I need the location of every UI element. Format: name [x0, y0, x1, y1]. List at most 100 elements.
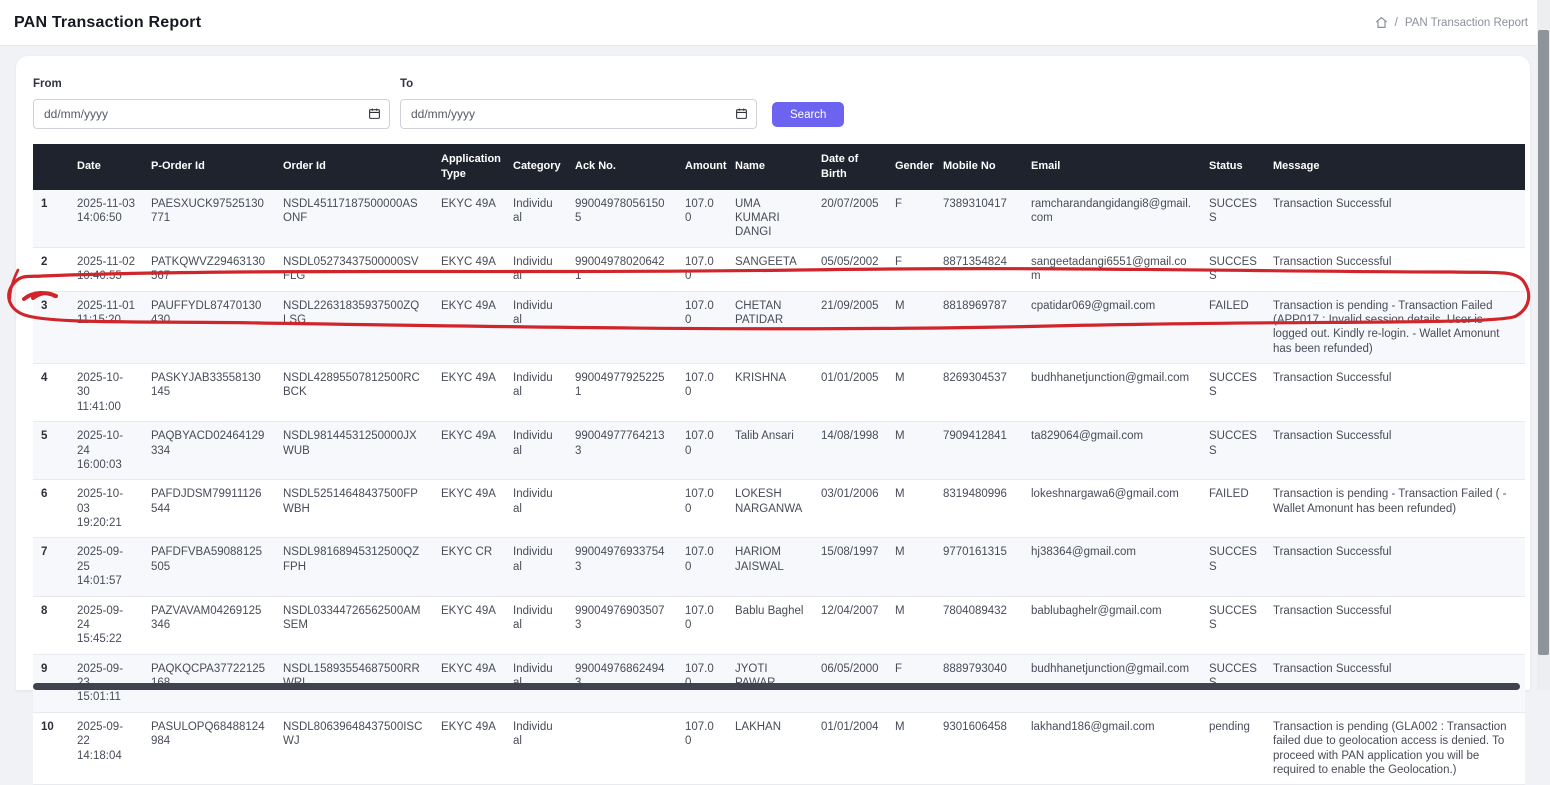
table-cell: bablubaghelr@gmail.com	[1023, 596, 1201, 654]
table-cell: NSDL52514648437500FPWBH	[275, 480, 433, 538]
table-cell: 107.00	[677, 291, 727, 364]
column-header: Date	[69, 144, 143, 190]
table-cell: 107.00	[677, 190, 727, 248]
table-cell: 107.00	[677, 364, 727, 422]
table-cell: pending	[1201, 712, 1265, 785]
table-cell: PAFDFVBA59088125505	[143, 538, 275, 596]
table-cell	[567, 480, 677, 538]
table-cell: SUCCESS	[1201, 190, 1265, 248]
table-cell: Transaction Successful	[1265, 247, 1525, 291]
table-cell: 2025-10-30 11:41:00	[69, 364, 143, 422]
table-cell: M	[887, 422, 935, 480]
table-row: 82025-09-24 15:45:22PAZVAVAM04269125346N…	[33, 596, 1525, 654]
table-cell: 03/01/2006	[813, 480, 887, 538]
row-index-cell: 10	[33, 712, 69, 785]
table-row: 32025-11-01 11:15:20PAUFFYDL87470130430N…	[33, 291, 1525, 364]
table-cell: M	[887, 712, 935, 785]
table-cell: NSDL45117187500000ASONF	[275, 190, 433, 248]
table-cell: EKYC 49A	[433, 190, 505, 248]
table-header-row: DateP-Order IdOrder IdApplication TypeCa…	[33, 144, 1525, 190]
table-cell: PASULOPQ68488124984	[143, 712, 275, 785]
table-cell	[567, 291, 677, 364]
top-bar: PAN Transaction Report / PAN Transaction…	[0, 0, 1550, 46]
row-index-cell: 8	[33, 596, 69, 654]
table-cell: 7389310417	[935, 190, 1023, 248]
row-index-cell: 7	[33, 538, 69, 596]
table-cell: 7909412841	[935, 422, 1023, 480]
table-cell: cpatidar069@gmail.com	[1023, 291, 1201, 364]
table-cell: 8818969787	[935, 291, 1023, 364]
table-cell: M	[887, 291, 935, 364]
table-cell: 107.00	[677, 596, 727, 654]
table-cell: EKYC 49A	[433, 364, 505, 422]
table-cell: sangeetadangi6551@gmail.com	[1023, 247, 1201, 291]
table-cell: Individual	[505, 422, 567, 480]
column-header: Category	[505, 144, 567, 190]
table-cell: M	[887, 596, 935, 654]
table-cell: 8871354824	[935, 247, 1023, 291]
table-cell: M	[887, 364, 935, 422]
table-cell: 990049769035073	[567, 596, 677, 654]
table-cell: 2025-11-01 11:15:20	[69, 291, 143, 364]
row-index-cell: 4	[33, 364, 69, 422]
table-cell: Individual	[505, 538, 567, 596]
table-cell: 01/01/2004	[813, 712, 887, 785]
table-cell: Individual	[505, 247, 567, 291]
table-cell: EKYC CR	[433, 538, 505, 596]
filter-bar: From To Search	[16, 56, 1530, 129]
table-cell: Individual	[505, 480, 567, 538]
table-cell: FAILED	[1201, 480, 1265, 538]
table-cell: 21/09/2005	[813, 291, 887, 364]
table-row: 102025-09-22 14:18:04PASULOPQ68488124984…	[33, 712, 1525, 785]
table-cell: ramcharandangidangi8@gmail.com	[1023, 190, 1201, 248]
table-cell: SUCCESS	[1201, 596, 1265, 654]
table-cell: 12/04/2007	[813, 596, 887, 654]
table-cell: lokeshnargawa6@gmail.com	[1023, 480, 1201, 538]
table-cell: 990049780561505	[567, 190, 677, 248]
home-icon[interactable]	[1375, 16, 1388, 29]
table-cell: Individual	[505, 291, 567, 364]
column-header: Date of Birth	[813, 144, 887, 190]
table-cell: Transaction Successful	[1265, 596, 1525, 654]
table-cell: F	[887, 190, 935, 248]
to-date-input[interactable]	[400, 99, 757, 129]
horizontal-scrollbar-thumb[interactable]	[33, 683, 1520, 690]
column-header: Ack No.	[567, 144, 677, 190]
row-index-cell: 1	[33, 190, 69, 248]
table-cell: PAESXUCK97525130771	[143, 190, 275, 248]
row-index-cell: 2	[33, 247, 69, 291]
table-cell: EKYC 49A	[433, 596, 505, 654]
search-button[interactable]: Search	[772, 102, 844, 127]
table-cell: 2025-09-24 15:45:22	[69, 596, 143, 654]
table-row: 22025-11-02 10:40:55PATKQWVZ29463130567N…	[33, 247, 1525, 291]
vertical-scrollbar-track[interactable]	[1537, 0, 1550, 690]
table-row: 52025-10-24 16:00:03PAQBYACD02464129334N…	[33, 422, 1525, 480]
to-label: To	[400, 78, 757, 90]
table-cell: 107.00	[677, 712, 727, 785]
table-cell: KRISHNA	[727, 364, 813, 422]
table-cell: 20/07/2005	[813, 190, 887, 248]
vertical-scrollbar-thumb[interactable]	[1538, 30, 1549, 655]
table-cell: NSDL05273437500000SVFLG	[275, 247, 433, 291]
table-cell: Transaction is pending - Transaction Fai…	[1265, 291, 1525, 364]
report-card: From To Search	[16, 56, 1530, 690]
table-cell: 107.00	[677, 247, 727, 291]
table-cell: Bablu Baghel	[727, 596, 813, 654]
table-cell: CHETAN PATIDAR	[727, 291, 813, 364]
breadcrumb: / PAN Transaction Report	[1375, 16, 1528, 29]
table-cell: SUCCESS	[1201, 422, 1265, 480]
table-cell: EKYC 49A	[433, 712, 505, 785]
table-cell: PAQBYACD02464129334	[143, 422, 275, 480]
table-cell: NSDL42895507812500RCBCK	[275, 364, 433, 422]
table-cell: Transaction Successful	[1265, 538, 1525, 596]
column-header: Gender	[887, 144, 935, 190]
from-date-input[interactable]	[33, 99, 390, 129]
table-cell: Individual	[505, 190, 567, 248]
table-cell: 01/01/2005	[813, 364, 887, 422]
to-date-group: To	[400, 78, 757, 129]
table-cell: EKYC 49A	[433, 480, 505, 538]
column-header: Email	[1023, 144, 1201, 190]
table-cell: SUCCESS	[1201, 364, 1265, 422]
table-cell: Transaction is pending - Transaction Fai…	[1265, 480, 1525, 538]
column-header	[33, 144, 69, 190]
